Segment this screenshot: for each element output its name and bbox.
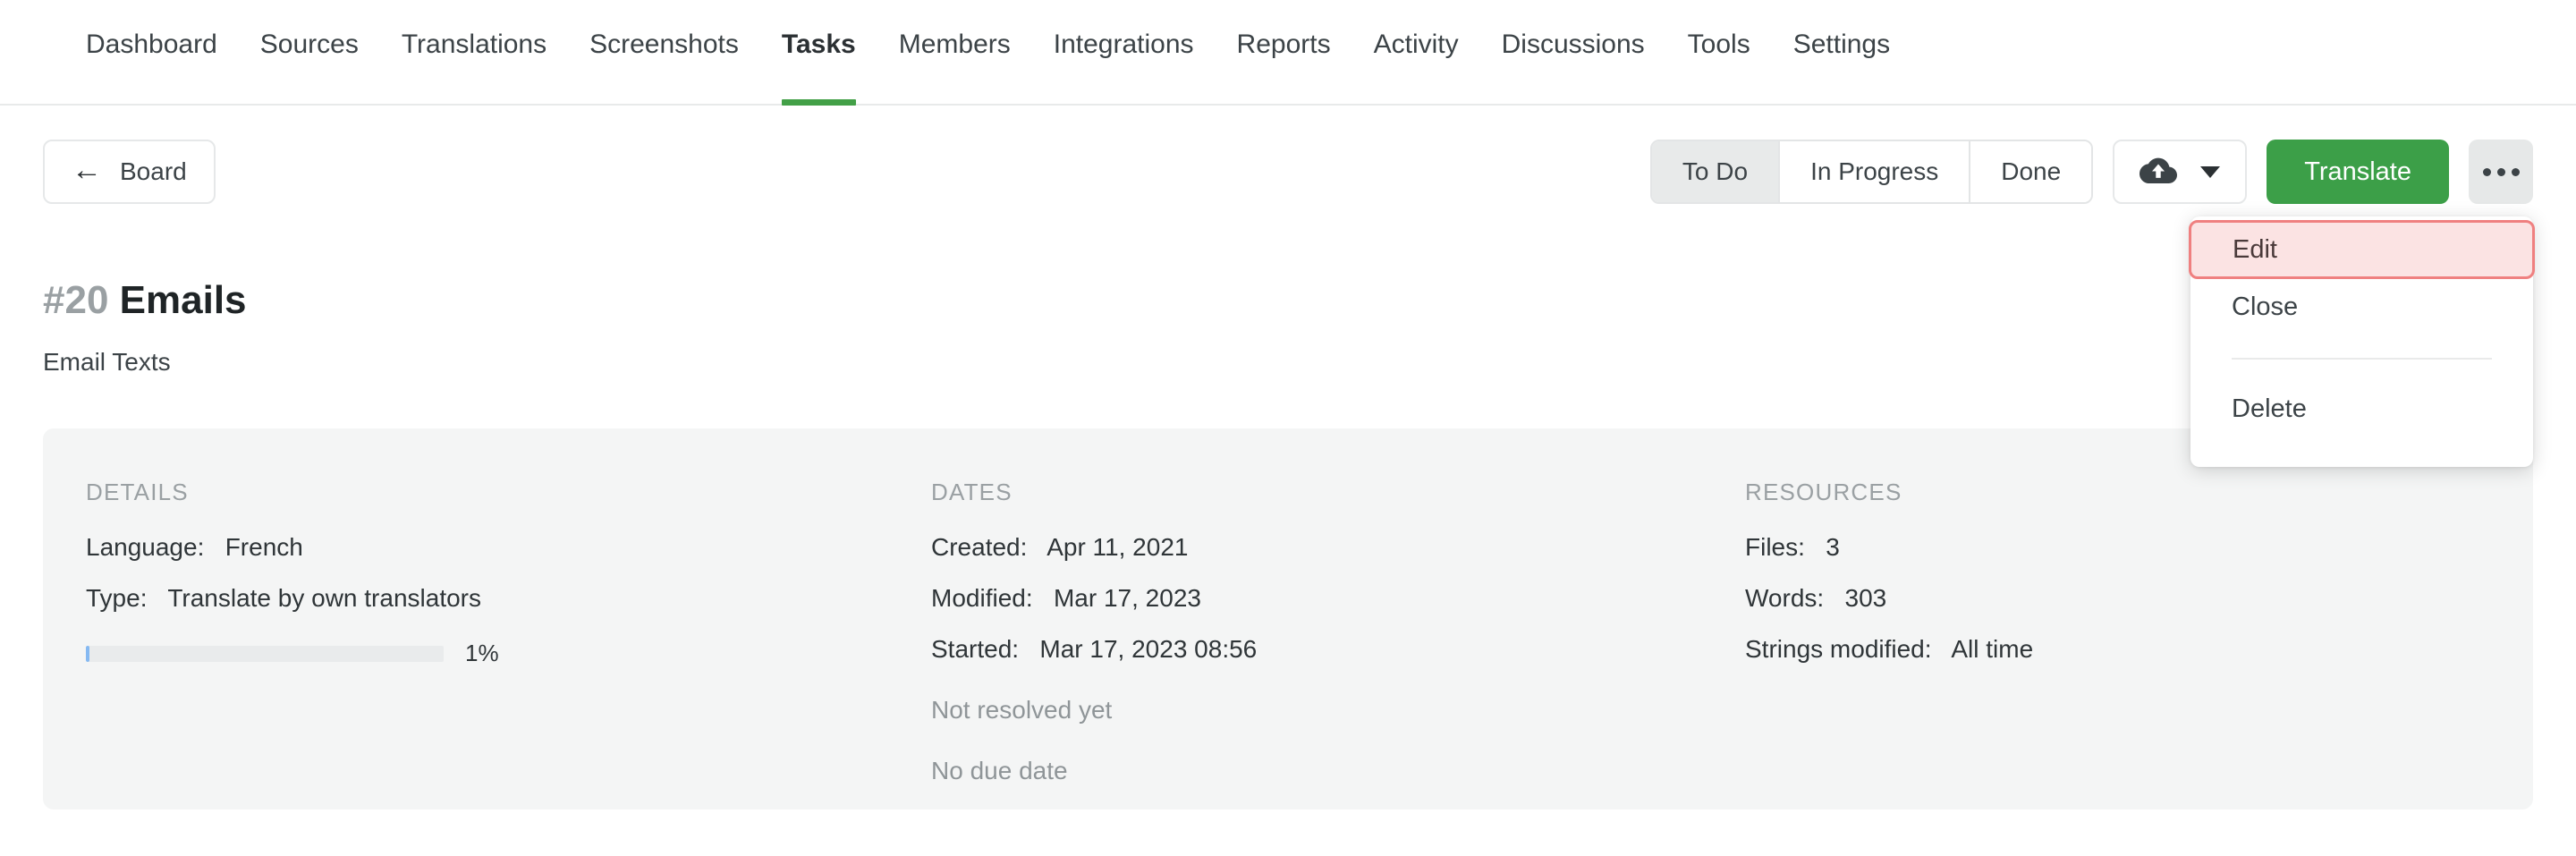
words-value: 303 — [1845, 584, 1887, 612]
menu-item-edit[interactable]: Edit — [2189, 220, 2535, 279]
task-number: #20 — [43, 278, 108, 322]
nav-label: Reports — [1237, 30, 1331, 59]
page-title: #20 Emails — [43, 277, 247, 325]
toolbar-actions: To Do In Progress Done Translate — [1650, 140, 2533, 204]
chevron-down-icon — [2200, 166, 2220, 178]
cloud-upload-icon — [2140, 156, 2177, 189]
status-filter-group: To Do In Progress Done — [1650, 140, 2093, 204]
status-filter-label: To Do — [1682, 157, 1748, 186]
strings-modified-label: Strings modified: — [1745, 635, 1932, 663]
nav-item-activity[interactable]: Activity — [1352, 27, 1480, 106]
status-filter-in-progress[interactable]: In Progress — [1780, 141, 1970, 202]
nav-label: Settings — [1793, 30, 1890, 59]
back-to-board-button[interactable]: ← Board — [43, 140, 216, 204]
nav-item-tasks[interactable]: Tasks — [760, 27, 877, 106]
main-navigation: Dashboard Sources Translations Screensho… — [0, 0, 2576, 106]
ellipsis-icon — [2497, 168, 2505, 176]
modified-value: Mar 17, 2023 — [1054, 584, 1201, 612]
more-actions-menu: Edit Close Delete — [2190, 216, 2533, 467]
nav-item-members[interactable]: Members — [877, 27, 1032, 106]
status-filter-done[interactable]: Done — [1970, 141, 2091, 202]
menu-item-delete[interactable]: Delete — [2190, 381, 2533, 436]
menu-divider — [2232, 358, 2492, 360]
upload-dropdown-button[interactable] — [2113, 140, 2247, 204]
dates-heading: DATES — [931, 479, 1745, 506]
page-header: #20 Emails Email Texts — [43, 277, 247, 377]
type-label: Type: — [86, 584, 147, 612]
modified-label: Modified: — [931, 584, 1033, 612]
strings-modified-value: All time — [1951, 635, 2033, 663]
nav-item-integrations[interactable]: Integrations — [1032, 27, 1216, 106]
words-label: Words: — [1745, 584, 1824, 612]
nav-label: Screenshots — [589, 30, 739, 59]
nav-label: Discussions — [1502, 30, 1645, 59]
started-label: Started: — [931, 635, 1019, 663]
menu-item-label: Close — [2232, 292, 2298, 322]
nav-label: Translations — [402, 30, 547, 59]
nav-item-screenshots[interactable]: Screenshots — [568, 27, 760, 106]
created-value: Apr 11, 2021 — [1046, 533, 1188, 561]
ellipsis-icon — [2512, 168, 2520, 176]
nav-label: Members — [899, 30, 1011, 59]
dates-modified-row: Modified: Mar 17, 2023 — [931, 584, 1745, 613]
nav-label: Tools — [1688, 30, 1750, 59]
more-actions-button[interactable] — [2469, 140, 2533, 204]
details-type-row: Type: Translate by own translators — [86, 584, 931, 613]
menu-item-label: Edit — [2233, 235, 2277, 265]
progress-row: 1% — [86, 640, 931, 667]
status-filter-label: In Progress — [1810, 157, 1938, 186]
nav-label: Sources — [260, 30, 359, 59]
nav-label: Integrations — [1054, 30, 1194, 59]
page-toolbar: ← Board To Do In Progress Done Translate — [0, 106, 2576, 204]
menu-item-label: Delete — [2232, 394, 2307, 424]
language-value: French — [225, 533, 303, 561]
type-value: Translate by own translators — [167, 584, 481, 612]
nav-item-discussions[interactable]: Discussions — [1480, 27, 1666, 106]
files-label: Files: — [1745, 533, 1805, 561]
dates-created-row: Created: Apr 11, 2021 — [931, 533, 1745, 562]
language-label: Language: — [86, 533, 204, 561]
back-to-board-label: Board — [120, 157, 187, 186]
ellipsis-icon — [2483, 168, 2491, 176]
dates-due-text: No due date — [931, 757, 1745, 785]
nav-label: Dashboard — [86, 30, 217, 59]
nav-item-translations[interactable]: Translations — [380, 27, 568, 106]
menu-item-close[interactable]: Close — [2190, 279, 2533, 335]
arrow-left-icon: ← — [72, 155, 102, 185]
status-filter-label: Done — [2001, 157, 2061, 186]
nav-item-sources[interactable]: Sources — [239, 27, 380, 106]
details-language-row: Language: French — [86, 533, 931, 562]
started-value: Mar 17, 2023 08:56 — [1039, 635, 1257, 663]
task-info-card: DETAILS Language: French Type: Translate… — [43, 428, 2533, 809]
resources-words-row: Words: 303 — [1745, 584, 2479, 613]
progress-bar — [86, 646, 444, 662]
dates-started-row: Started: Mar 17, 2023 08:56 — [931, 635, 1745, 664]
page-subtitle: Email Texts — [43, 348, 247, 377]
nav-item-settings[interactable]: Settings — [1772, 27, 1911, 106]
resources-heading: RESOURCES — [1745, 479, 2479, 506]
progress-label: 1% — [465, 640, 499, 667]
created-label: Created: — [931, 533, 1027, 561]
resources-files-row: Files: 3 — [1745, 533, 2479, 562]
details-column: DETAILS Language: French Type: Translate… — [86, 479, 931, 808]
status-filter-to-do[interactable]: To Do — [1652, 141, 1780, 202]
files-value: 3 — [1826, 533, 1840, 561]
resources-column: RESOURCES Files: 3 Words: 303 Strings mo… — [1745, 479, 2479, 808]
nav-label: Activity — [1374, 30, 1459, 59]
nav-label: Tasks — [782, 30, 856, 59]
dates-resolved-text: Not resolved yet — [931, 696, 1745, 725]
details-heading: DETAILS — [86, 479, 931, 506]
nav-item-dashboard[interactable]: Dashboard — [64, 27, 239, 106]
nav-item-tools[interactable]: Tools — [1666, 27, 1772, 106]
resources-strings-row: Strings modified: All time — [1745, 635, 2479, 664]
nav-item-reports[interactable]: Reports — [1216, 27, 1352, 106]
task-name: Emails — [120, 278, 247, 322]
translate-button[interactable]: Translate — [2267, 140, 2449, 204]
progress-bar-fill — [86, 646, 89, 662]
dates-column: DATES Created: Apr 11, 2021 Modified: Ma… — [931, 479, 1745, 808]
